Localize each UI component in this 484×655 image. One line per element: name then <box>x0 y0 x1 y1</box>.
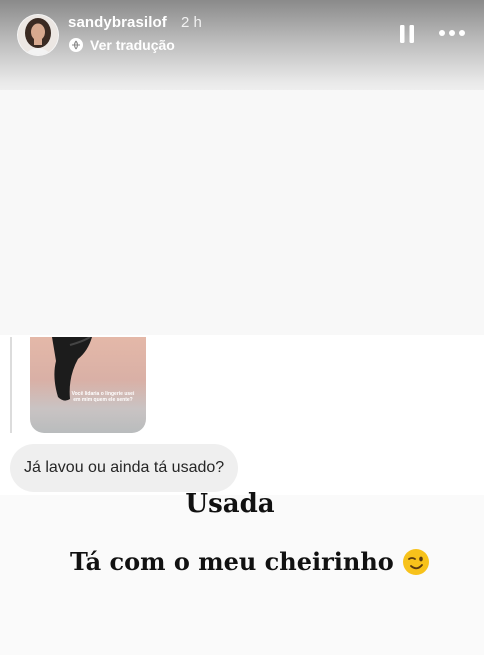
username[interactable]: sandybrasilof <box>68 14 167 31</box>
more-icon[interactable] <box>438 26 466 40</box>
story-viewer[interactable]: sandybrasilof 2 h Ver tradução Você lida… <box>0 0 484 655</box>
thumbnail-caption: Você lidaria o lingerie usei em mim quem… <box>71 391 135 403</box>
translate-label: Ver tradução <box>90 37 175 53</box>
thumbnail-image <box>52 337 92 401</box>
pause-icon[interactable] <box>398 24 416 44</box>
message-text: Já lavou ou ainda tá usado? <box>24 459 225 476</box>
post-time: 2 h <box>181 14 202 31</box>
story-background <box>0 90 484 335</box>
avatar-image <box>18 15 58 55</box>
reply-indicator <box>10 337 12 433</box>
translate-link[interactable]: Ver tradução <box>68 37 175 53</box>
avatar[interactable] <box>17 14 59 56</box>
wink-emoji-icon <box>402 548 429 575</box>
caption-line-2-text: Tá com o meu cheirinho <box>70 547 394 576</box>
story-header: sandybrasilof 2 h Ver tradução <box>0 0 484 70</box>
caption-line-1: Usada <box>185 489 275 519</box>
translate-icon <box>69 38 83 52</box>
caption-line-2: Tá com o meu cheirinho <box>70 547 430 576</box>
replied-story-thumbnail: Você lidaria o lingerie usei em mim quem… <box>30 337 146 433</box>
message-bubble: Já lavou ou ainda tá usado? <box>10 444 239 492</box>
